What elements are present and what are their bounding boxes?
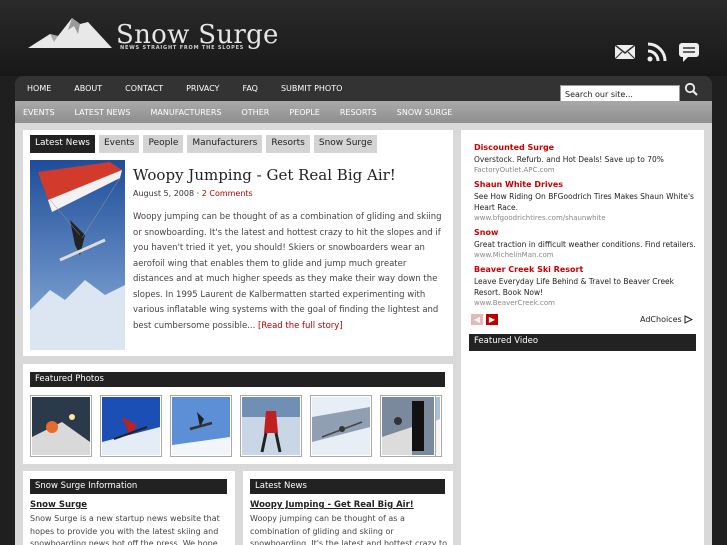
social-icons [613,40,701,64]
article-date: August 5, 2008 [133,189,195,198]
info-title-link[interactable]: Snow Surge [30,500,87,510]
mountain-logo-icon[interactable] [28,14,112,50]
ad-url[interactable]: www.bfgoodrichtires.com/shaunwhite [474,214,696,222]
ad-url[interactable]: FactoryOutlet.APC.com [474,166,696,174]
ad-item[interactable]: Snow Great traction in difficult weather… [474,228,696,259]
article-title[interactable]: Woopy Jumping - Get Real Big Air! [133,166,396,184]
latest-news-title-link[interactable]: Woopy Jumping - Get Real Big Air! [250,500,414,510]
latest-news-heading: Latest News [250,479,445,494]
nav-contact[interactable]: CONTACT [125,84,163,93]
ad-url[interactable]: www.BeaverCreek.com [474,299,696,307]
ad-item[interactable]: Shaun White Drives See How Riding On BFG… [474,180,696,222]
adchoices-icon [684,315,694,324]
photo-thumbnail[interactable] [310,395,372,457]
mail-icon[interactable] [613,40,637,64]
ad-list: Discounted Surge Overstock. Refurb. and … [474,143,696,313]
ad-title[interactable]: Shaun White Drives [474,180,696,189]
ad-title[interactable]: Beaver Creek Ski Resort [474,265,696,274]
info-heading: Snow Surge Information [30,479,227,494]
ad-pager: ◀ ▶ [471,314,498,325]
nav-privacy[interactable]: PRIVACY [186,84,219,93]
category-bar: EVENTS LATEST NEWS MANUFACTURERS OTHER P… [15,101,712,123]
ad-text: Overstock. Refurb. and Hot Deals! Save u… [474,155,664,164]
ad-url[interactable]: www.MichelinMan.com [474,251,696,259]
article-tabs: Latest News Events People Manufacturers … [30,135,378,153]
featured-article-image[interactable] [30,160,125,350]
ad-text: Great traction in difficult weather cond… [474,240,696,249]
featured-video-heading: Featured Video [469,334,696,351]
tab-snow-surge[interactable]: Snow Surge [313,135,378,153]
nav-about[interactable]: ABOUT [74,84,102,93]
article-excerpt: Woopy jumping can be thought of as a com… [133,210,445,334]
photo-thumbnail[interactable] [380,395,436,457]
category-people[interactable]: PEOPLE [289,108,320,117]
ad-item[interactable]: Discounted Surge Overstock. Refurb. and … [474,143,696,174]
article-comments-link[interactable]: 2 Comments [202,189,253,198]
tab-people[interactable]: People [143,135,184,153]
photo-thumbnail[interactable] [100,395,162,457]
info-text: Snow Surge is a new startup news website… [30,514,220,545]
category-snow-surge[interactable]: SNOW SURGE [397,108,453,117]
tab-events[interactable]: Events [99,135,140,153]
ad-item[interactable]: Beaver Creek Ski Resort Leave Everyday L… [474,265,696,307]
read-more-link[interactable]: [Read the full story] [258,321,343,331]
nav-home[interactable]: HOME [27,84,51,93]
photo-thumbnail[interactable] [170,395,232,457]
ad-title[interactable]: Discounted Surge [474,143,696,152]
ad-title[interactable]: Snow [474,228,696,237]
rss-icon[interactable] [645,40,669,64]
chevron-right-icon[interactable]: ▶ [486,314,498,325]
ad-text: Leave Everyday Life Behind & Travel to B… [474,277,675,297]
adchoices-label: AdChoices [640,315,682,324]
category-other[interactable]: OTHER [242,108,270,117]
category-latest-news[interactable]: LATEST NEWS [75,108,131,117]
category-manufacturers[interactable]: MANUFACTURERS [151,108,222,117]
tab-latest-news[interactable]: Latest News [30,135,95,153]
featured-photos-heading: Featured Photos [30,372,445,387]
meta-separator: · [194,189,202,198]
nav-faq[interactable]: FAQ [242,84,258,93]
latest-news-text: Woopy jumping can be thought of as a com… [250,514,448,545]
tab-resorts[interactable]: Resorts [266,135,310,153]
chevron-left-icon[interactable]: ◀ [471,314,483,325]
category-resorts[interactable]: RESORTS [340,108,377,117]
category-events[interactable]: EVENTS [23,108,55,117]
comment-icon[interactable] [677,40,701,64]
article-body: Woopy jumping can be thought of as a com… [133,212,442,331]
ad-text: See How Riding On BFGoodrich Tires Makes… [474,192,694,212]
tab-manufacturers[interactable]: Manufacturers [187,135,263,153]
adchoices-link[interactable]: AdChoices [640,315,694,324]
site-tagline: NEWS STRAIGHT FROM THE SLOPES [120,45,245,51]
photo-thumbnail[interactable] [240,395,302,457]
search-icon[interactable] [684,82,698,96]
photo-thumbnail[interactable] [30,395,92,457]
nav-submit-photo[interactable]: SUBMIT PHOTO [281,84,342,93]
article-meta: August 5, 2008 · 2 Comments [133,189,253,198]
